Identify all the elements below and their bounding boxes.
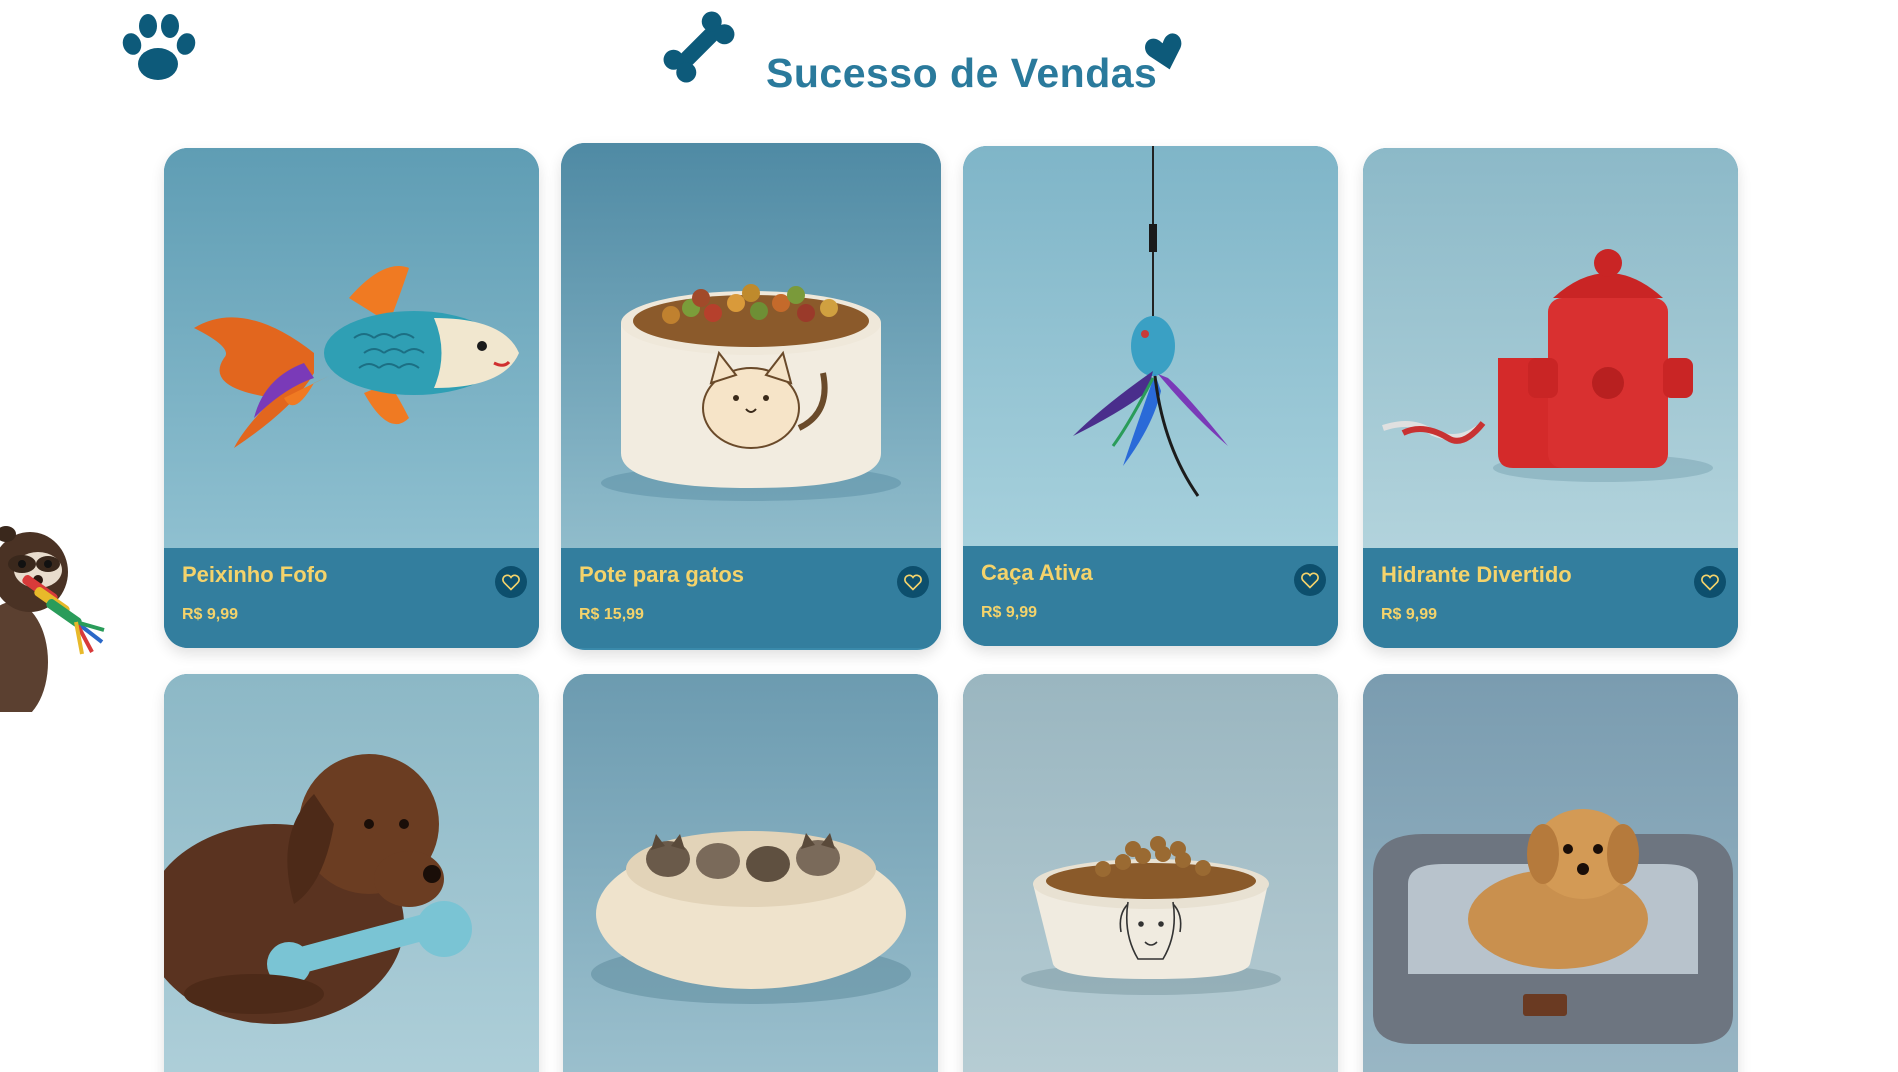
product-name[interactable]: Caça Ativa [981,560,1320,586]
ferret-illustration [0,526,105,712]
favorite-button[interactable] [1694,566,1726,598]
product-image-pet-bed-kittens[interactable] [563,674,938,1072]
product-image-dog-chew-toy[interactable] [164,674,539,1072]
heart-outline-icon [1701,574,1719,591]
product-card[interactable] [563,674,938,1072]
product-image-fish-toy[interactable] [164,148,539,548]
product-info: Pote para gatos R$ 15,99 [561,548,941,648]
paw-icon [122,14,196,80]
product-price: R$ 15,99 [579,606,644,623]
product-card[interactable]: Pote para gatos R$ 15,99 [561,143,941,650]
heart-outline-icon [1301,572,1319,589]
product-card[interactable] [1363,674,1738,1072]
product-image-hydrant-toy[interactable] [1363,148,1738,548]
page: Sucesso de Vendas Peixinho Fofo R$ 9,99 … [0,0,1898,1072]
product-info: Caça Ativa R$ 9,99 [963,546,1338,646]
product-name[interactable]: Peixinho Fofo [182,562,521,588]
product-name[interactable]: Pote para gatos [579,562,923,588]
product-info: Hidrante Divertido R$ 9,99 [1363,548,1738,648]
favorite-button[interactable] [897,566,929,598]
heart-icon [1145,33,1182,70]
product-image-wand-toy[interactable] [963,146,1338,546]
product-price: R$ 9,99 [1381,606,1438,623]
heart-outline-icon [904,574,922,591]
product-card[interactable]: Hidrante Divertido R$ 9,99 [1363,148,1738,648]
favorite-button[interactable] [495,566,527,598]
heart-outline-icon [502,574,520,591]
product-card[interactable]: Caça Ativa R$ 9,99 [963,146,1338,646]
favorite-button[interactable] [1294,564,1326,596]
product-card[interactable]: Peixinho Fofo R$ 9,99 [164,148,539,648]
product-card[interactable] [963,674,1338,1072]
product-name[interactable]: Hidrante Divertido [1381,562,1720,588]
section-title: Sucesso de Vendas [766,50,1158,96]
product-price: R$ 9,99 [182,606,239,623]
product-price: R$ 9,99 [981,604,1038,621]
product-image-dog-bed-puppy[interactable] [1363,674,1738,1072]
product-image-dog-bowl[interactable] [963,674,1338,1072]
bone-icon [663,11,735,83]
product-card[interactable] [164,674,539,1072]
product-info: Peixinho Fofo R$ 9,99 [164,548,539,648]
product-image-cat-bowl[interactable] [561,143,941,548]
